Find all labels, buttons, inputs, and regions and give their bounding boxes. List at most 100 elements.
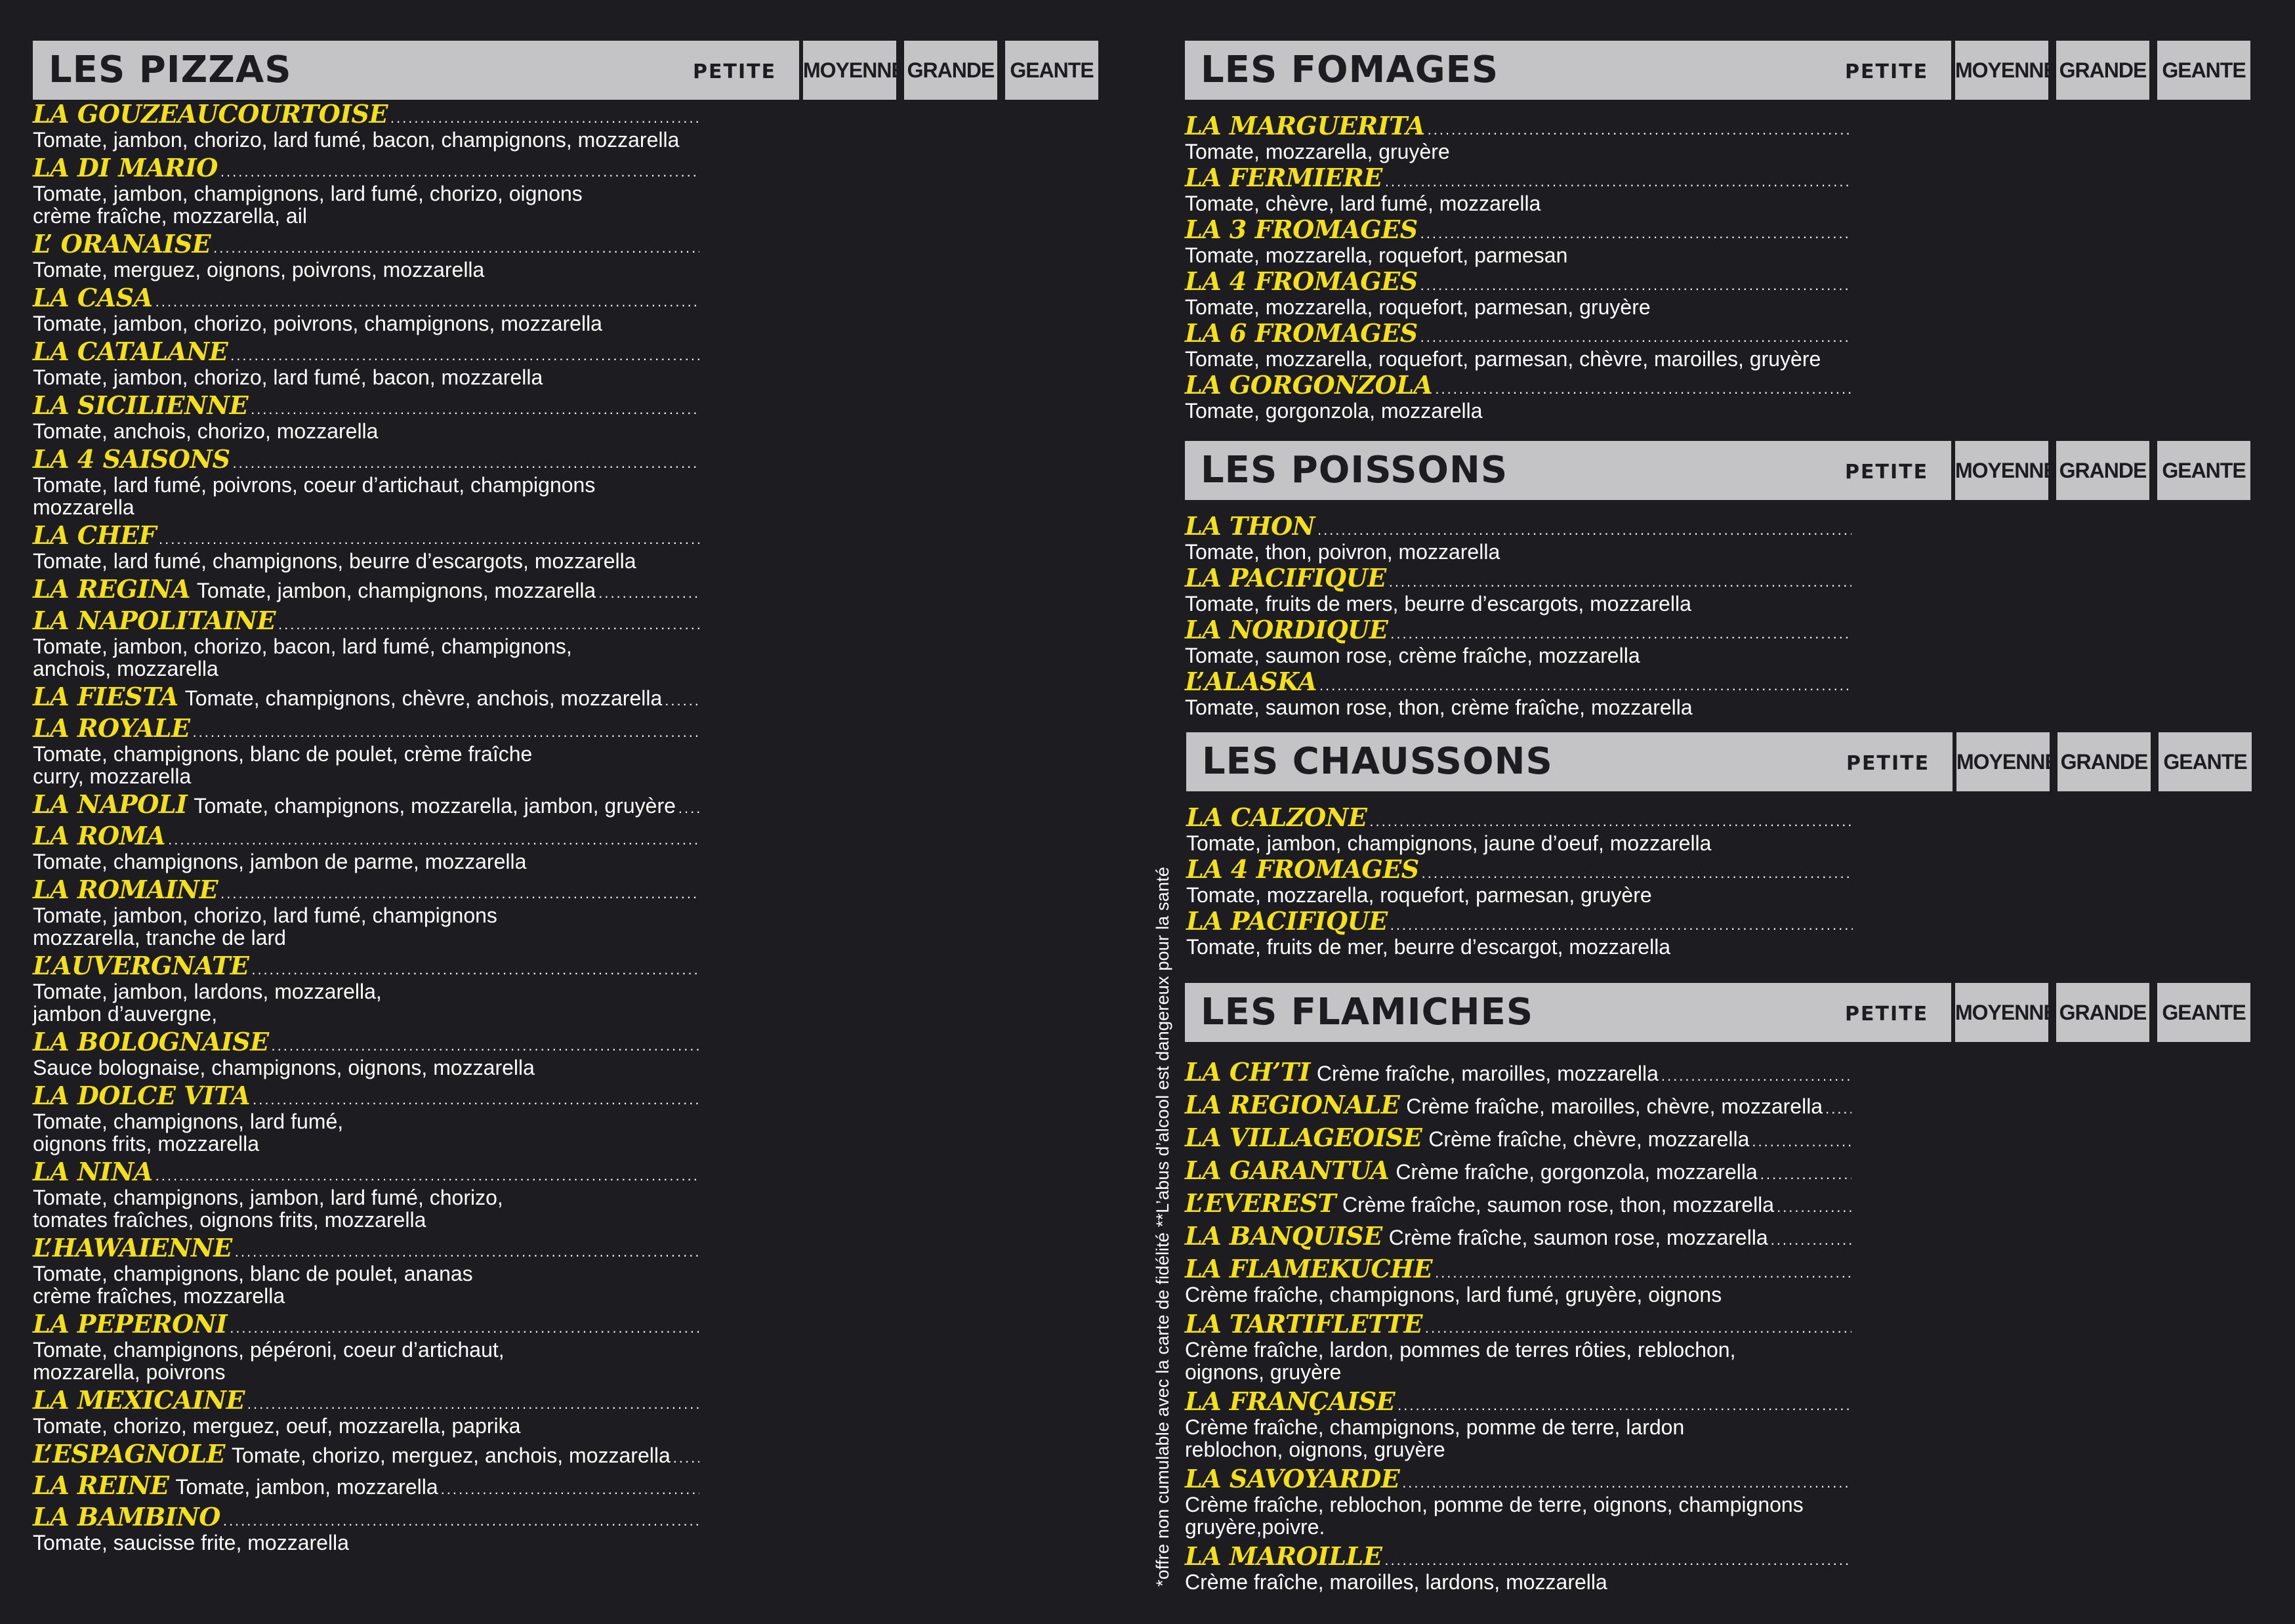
item-name: LA 4 FROMAGES — [1185, 266, 1418, 296]
dot-leader: ........................................… — [1424, 1321, 1851, 1335]
item-description: Tomate, lard fumé, poivrons, coeur d’art… — [33, 473, 596, 519]
dot-leader: ........................................… — [232, 456, 699, 470]
menu-item-row: LA MARGUERITA...........................… — [1185, 112, 1851, 140]
menu-item: LA THON.................................… — [1185, 512, 1851, 564]
menu-item-row: LA FERMIERE.............................… — [1185, 163, 1851, 192]
item-description: Tomate, chèvre, lard fumé, mozzarella — [1185, 192, 1541, 215]
item-description: Tomate, saucisse frite, mozzarella — [33, 1531, 349, 1554]
menu-item: LA PACIFIQUE............................… — [1186, 906, 1853, 959]
menu-item-row: LA PACIFIQUE............................… — [1185, 564, 1851, 593]
item-name: LA CASA — [33, 283, 153, 312]
menu-item-row: L’ESPAGNOLE Tomate, chorizo, merguez, anc… — [33, 1440, 699, 1468]
menu-item: L’ ORANAISE.............................… — [33, 230, 699, 281]
dot-leader: ........................................… — [1319, 678, 1851, 693]
menu-item-row: LA SICILIENNE...........................… — [33, 391, 699, 420]
menu-item: LA FERMIERE.............................… — [1185, 163, 1851, 215]
menu-item: LA REGINA Tomate, jambon, champignons, mo… — [33, 575, 699, 604]
dot-leader: ........................................… — [678, 801, 699, 816]
menu-item-row: LA DOLCE VITA...........................… — [33, 1081, 699, 1110]
size-label-petite: PETITE — [1846, 752, 1930, 775]
section-title: LES PIZZAS — [49, 49, 292, 91]
dot-leader: ........................................… — [155, 1169, 699, 1183]
item-description: Tomate, jambon, chorizo, poivrons, champ… — [33, 312, 602, 335]
menu-item-row: LA CALZONE..............................… — [1186, 803, 1853, 832]
item-description: Crème fraîche, gorgonzola, mozzarella — [1396, 1160, 1758, 1184]
menu-item: LA ROYALE...............................… — [33, 714, 699, 788]
dot-leader: ........................................… — [598, 586, 699, 600]
item-name: L’HAWAIENNE — [33, 1233, 232, 1262]
dot-leader: ........................................… — [1420, 330, 1851, 344]
menu-item-row: LA ROMA.................................… — [33, 822, 699, 850]
item-name: LA ROMAINE — [33, 875, 218, 904]
item-name: LA MARGUERITA — [1185, 111, 1425, 140]
item-description: Tomate, jambon, mozzarella — [175, 1475, 438, 1499]
menu-item: LA ROMA.................................… — [33, 822, 699, 873]
menu-item: LA NINA.................................… — [33, 1157, 699, 1232]
menu-item-row: LA 4 SAISONS............................… — [33, 445, 699, 474]
footnote: *offre non cumulable avec la carte de fi… — [1153, 866, 1172, 1587]
dot-leader: ........................................… — [1388, 575, 1851, 589]
menu-item-row: LA CATALANE.............................… — [33, 337, 699, 366]
section-header-poissons: LES POISSONS PETITE MOYENNE GRANDE GEANT… — [1185, 441, 2250, 500]
item-name: LA BANQUISE — [1185, 1221, 1382, 1251]
item-name: LA FRANÇAISE — [1185, 1386, 1396, 1416]
item-description: Tomate, champignons, jambon de parme, mo… — [33, 850, 527, 873]
dot-leader: ........................................… — [230, 1321, 699, 1335]
menu-item: LA FIESTA Tomate, champignons, chèvre, an… — [33, 682, 699, 711]
item-name: LA GARANTUA — [1185, 1156, 1390, 1185]
section-title: LES POISSONS — [1201, 449, 1508, 491]
item-name: L’ ORANAISE — [33, 229, 211, 259]
menu-item-row: LA MEXICAINE............................… — [33, 1386, 699, 1415]
item-name: L’ALASKA — [1185, 667, 1317, 696]
item-name: LA PEPERONI — [33, 1309, 228, 1339]
size-label-grande: GRANDE — [2056, 983, 2149, 1042]
dot-leader: ........................................… — [1390, 627, 1851, 641]
menu-item-row: L’AUVERGNATE............................… — [33, 951, 699, 980]
dot-leader: ........................................… — [672, 1451, 699, 1465]
menu-item: LA GOUZEAUCOURTOISE.....................… — [33, 100, 699, 152]
dot-leader: ........................................… — [192, 725, 699, 739]
item-description: Crème fraîche, reblochon, pomme de terre… — [1185, 1493, 1804, 1539]
dot-leader: ........................................… — [1661, 1069, 1851, 1083]
item-name: LA CH’TI — [1185, 1057, 1310, 1087]
item-description: Crème fraîche, maroilles, mozzarella — [1316, 1062, 1659, 1085]
dot-leader: ........................................… — [1435, 382, 1851, 396]
menu-item: LA 4 FROMAGES...........................… — [1186, 855, 1853, 907]
dot-leader: ........................................… — [220, 886, 699, 901]
dot-leader: ........................................… — [1777, 1200, 1851, 1215]
menu-item: LA PACIFIQUE............................… — [1185, 564, 1851, 615]
dot-leader: ........................................… — [251, 963, 699, 977]
item-description: Tomate, gorgonzola, mozzarella — [1185, 399, 1483, 423]
item-description: Tomate, mozzarella, roquefort, parmesan — [1185, 243, 1568, 267]
size-label-geante: GEANTE — [1005, 41, 1098, 100]
dot-leader: ........................................… — [155, 295, 699, 309]
menu-item: L’AUVERGNATE............................… — [33, 951, 699, 1026]
dot-leader: ........................................… — [390, 111, 699, 125]
item-name: LA TARTIFLETTE — [1185, 1309, 1422, 1339]
menu-item-row: LA REGINA Tomate, jambon, champignons, mo… — [33, 575, 699, 604]
item-description: Tomate, jambon, chorizo, bacon, lard fum… — [33, 635, 572, 680]
dot-leader: ........................................… — [159, 532, 699, 547]
menu-item-row: LA VILLAGEOISE Crème fraîche, chèvre, moz… — [1185, 1123, 1851, 1152]
menu-item: LA MAROILLE.............................… — [1185, 1542, 1851, 1594]
menu-item: LA DOLCE VITA...........................… — [33, 1081, 699, 1156]
poisson-list: LA THON.................................… — [1185, 512, 1851, 719]
menu-item-row: LA THON.................................… — [1185, 512, 1851, 541]
menu-item-row: LA FLAMEKUCHE...........................… — [1185, 1255, 1851, 1283]
item-description: Tomate, anchois, chorizo, mozzarella — [33, 419, 379, 443]
dot-leader: ........................................… — [1402, 1476, 1851, 1490]
item-description: Tomate, chorizo, merguez, anchois, mozza… — [232, 1444, 671, 1467]
menu-item: LA REGIONALE Crème fraîche, maroilles, ch… — [1185, 1091, 1851, 1119]
size-label-geante: GEANTE — [2157, 441, 2250, 500]
item-name: LA PACIFIQUE — [1186, 906, 1388, 936]
menu-item-row: L’ALASKA................................… — [1185, 667, 1851, 696]
menu-item: LA BAMBINO..............................… — [33, 1503, 699, 1554]
size-label-grande: GRANDE — [904, 41, 997, 100]
dot-leader: ........................................… — [1390, 918, 1853, 932]
item-name: LA REGINA — [33, 574, 190, 604]
item-name: LA ROMA — [33, 821, 166, 850]
menu-item: LA REINE Tomate, jambon, mozzarella......… — [33, 1471, 699, 1500]
item-name: LA 3 FROMAGES — [1185, 215, 1418, 244]
item-name: LA FERMIERE — [1185, 163, 1382, 192]
dot-leader: ........................................… — [234, 1245, 699, 1259]
